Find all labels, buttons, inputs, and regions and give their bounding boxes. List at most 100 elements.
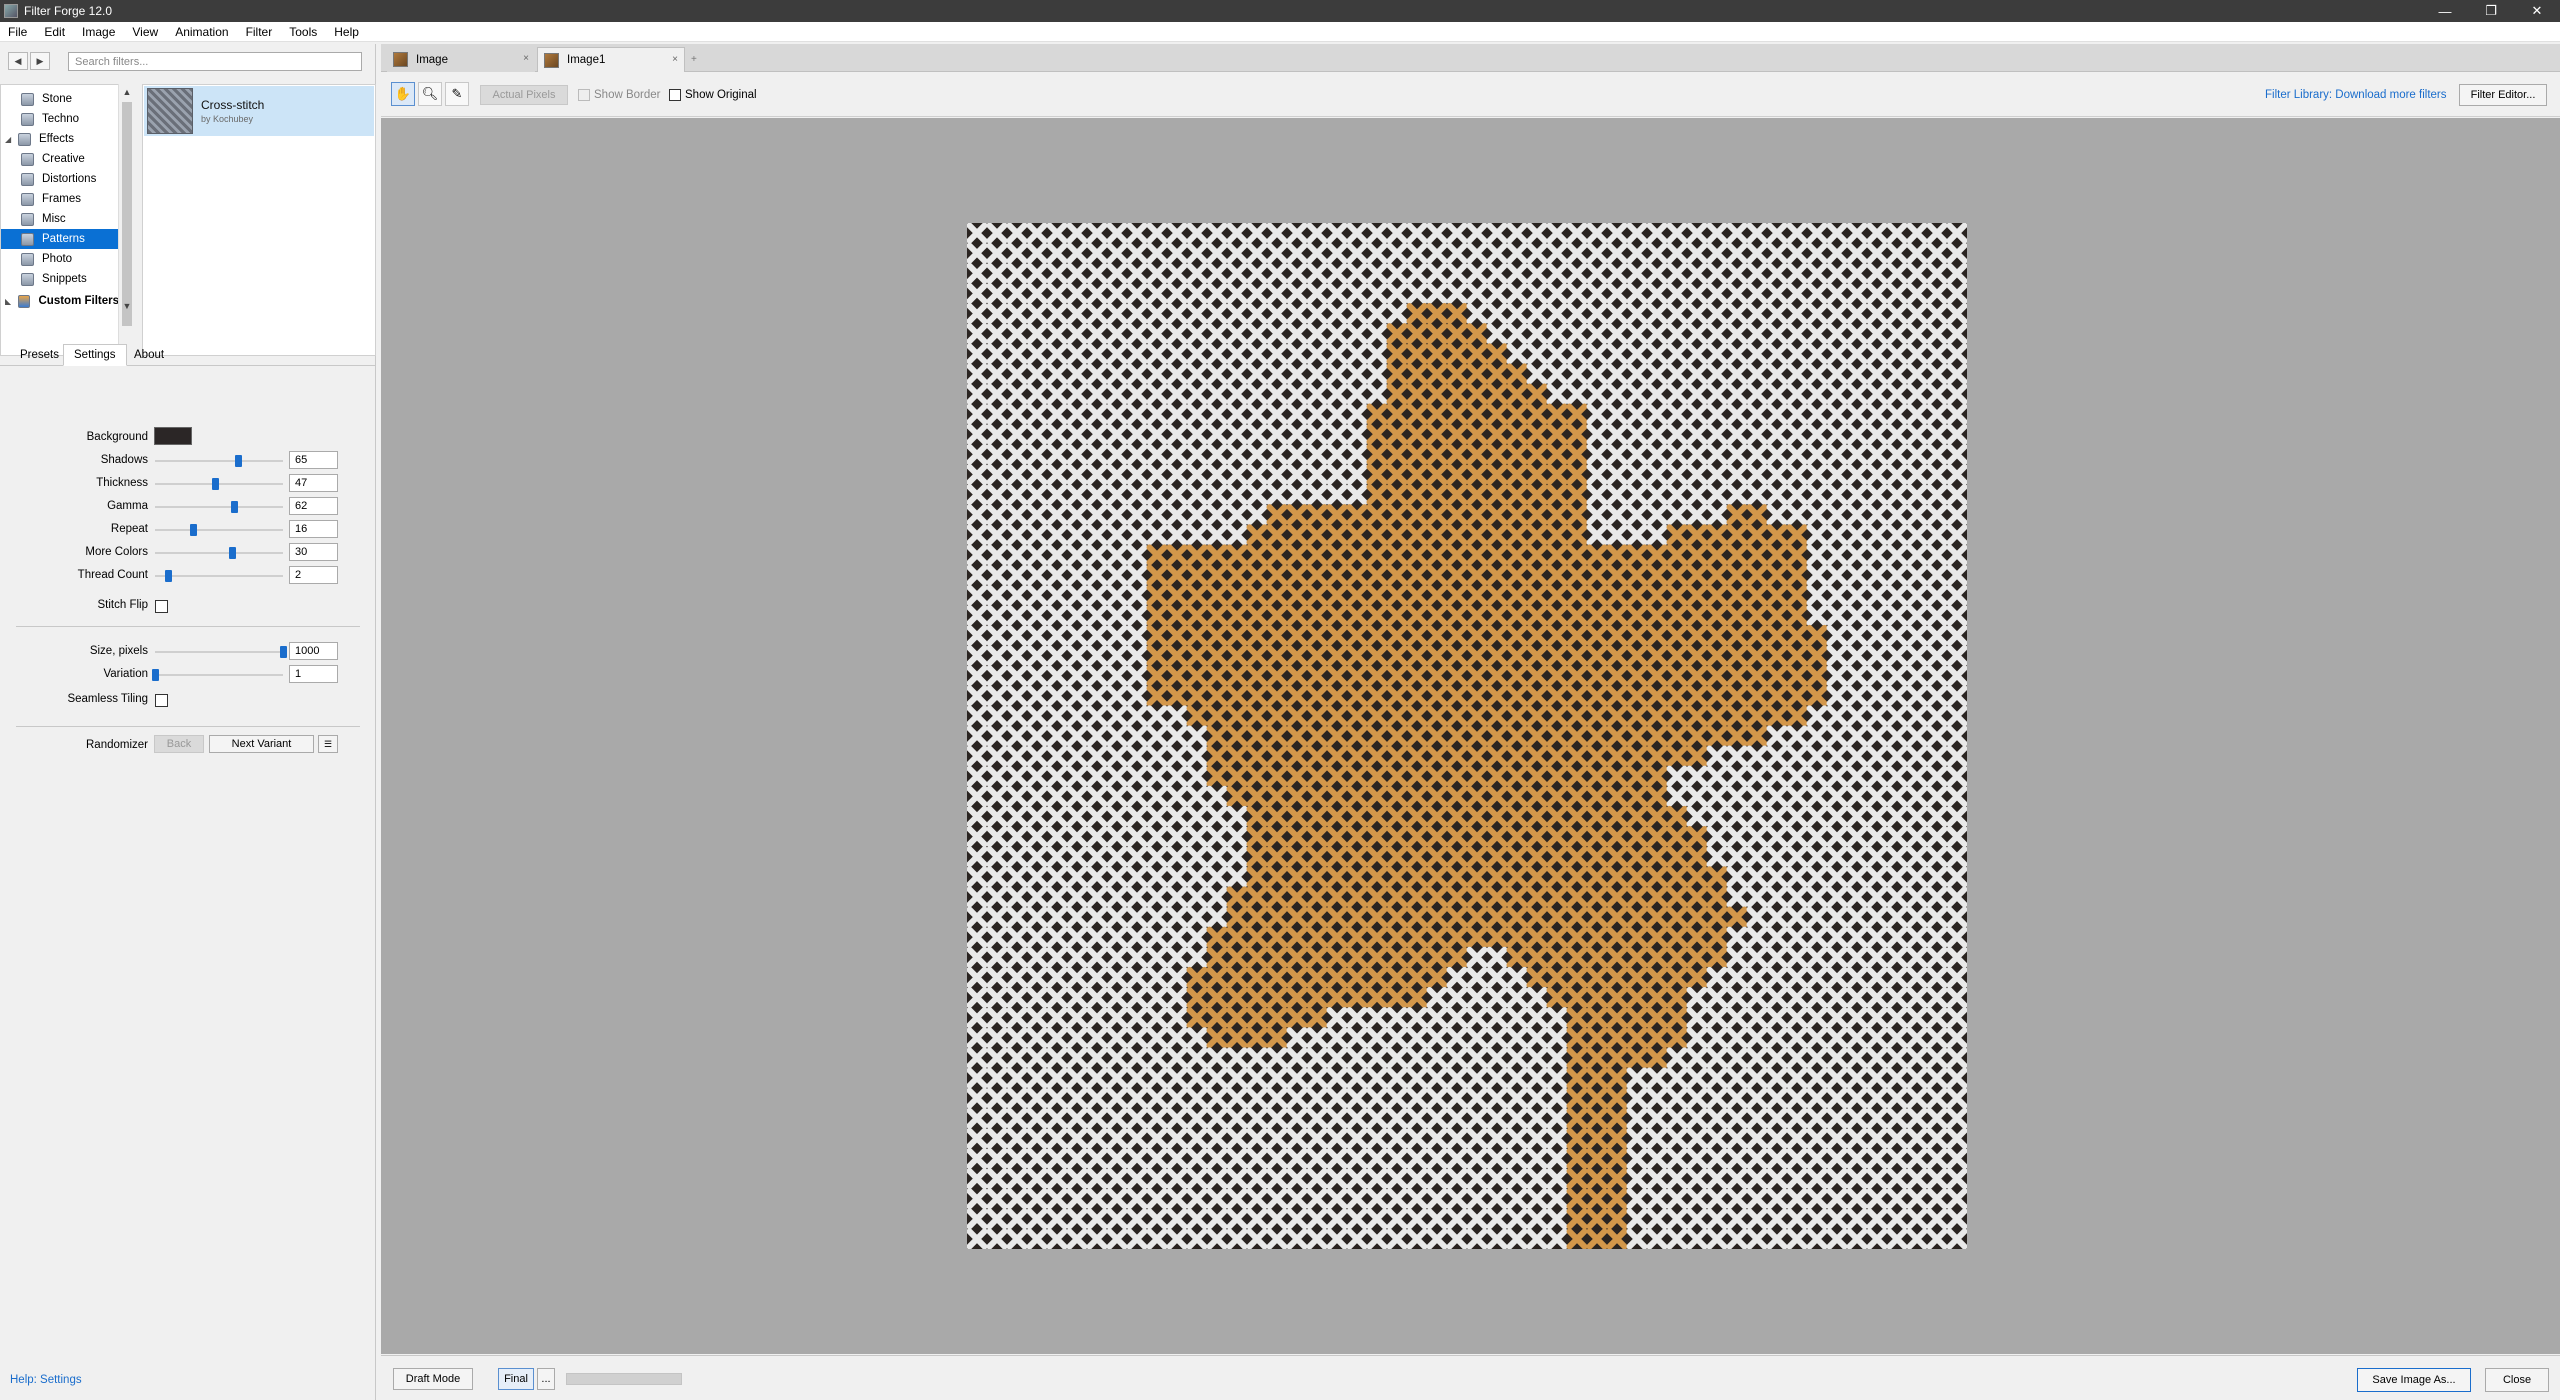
search-filters-input[interactable] (68, 52, 362, 71)
tree-scrollbar[interactable]: ▲ ▼ (118, 84, 134, 356)
param-value-input[interactable] (289, 474, 338, 492)
actual-pixels-button[interactable]: Actual Pixels (480, 85, 568, 105)
param-value-input[interactable] (289, 543, 338, 561)
variation-input[interactable] (289, 665, 338, 683)
zoom-tool-icon[interactable]: 🔍︎ (418, 82, 442, 106)
background-stitch (1846, 966, 1868, 988)
size-input[interactable] (289, 642, 338, 660)
size-slider-track[interactable] (155, 651, 283, 653)
scrollbar-thumb[interactable] (122, 102, 132, 326)
menu-tools[interactable]: Tools (281, 25, 326, 39)
back-button[interactable]: Back (154, 735, 204, 753)
slider-thumb[interactable] (235, 455, 243, 467)
background-stitch (1646, 363, 1668, 385)
menu-image[interactable]: Image (74, 25, 124, 39)
tree-item-distortions[interactable]: Distortions (21, 169, 119, 189)
next-variant-button[interactable]: Next Variant (209, 735, 314, 753)
tree-item-stone[interactable]: Stone (21, 89, 119, 109)
menu-view[interactable]: View (124, 25, 167, 39)
slider-track[interactable] (155, 529, 283, 531)
background-stitch (1026, 383, 1048, 405)
close-tab-icon[interactable]: × (523, 53, 529, 64)
new-tab-icon[interactable]: + (691, 54, 697, 65)
randomizer-options-icon[interactable]: ☰ (318, 735, 338, 753)
variation-slider-thumb[interactable] (152, 669, 159, 681)
tree-item-snippets[interactable]: Snippets (21, 269, 119, 289)
background-stitch (1846, 725, 1868, 747)
minimize-button[interactable]: — (2422, 0, 2468, 22)
scroll-up-icon[interactable]: ▲ (119, 84, 135, 100)
menu-animation[interactable]: Animation (167, 25, 237, 39)
final-button[interactable]: Final (498, 1368, 534, 1390)
preview-canvas[interactable] (381, 118, 2560, 1354)
filter-library-link[interactable]: Filter Library: Download more filters (2265, 89, 2447, 101)
tree-item-frames[interactable]: Frames (21, 189, 119, 209)
slider-thumb[interactable] (164, 570, 172, 582)
background-stitch (1786, 765, 1808, 787)
background-stitch (986, 524, 1008, 546)
tree-item-techno[interactable]: Techno (21, 109, 119, 129)
menu-filter[interactable]: Filter (238, 25, 282, 39)
leaf-stitch (1406, 423, 1428, 445)
doc-tab-image[interactable]: Image × (387, 47, 535, 72)
expand-arrow-icon[interactable]: ◣ (5, 297, 15, 306)
leaf-stitch (1246, 524, 1268, 546)
filter-card-cross-stitch[interactable]: Cross-stitch by Kochubey (144, 86, 374, 136)
close-tab-icon[interactable]: × (672, 54, 678, 65)
slider-thumb[interactable] (190, 524, 198, 536)
size-slider-thumb[interactable] (280, 646, 287, 658)
background-color-swatch[interactable] (154, 427, 192, 445)
final-options-button[interactable]: ... (537, 1368, 555, 1390)
tree-item-misc[interactable]: Misc (21, 209, 119, 229)
scroll-down-icon[interactable]: ▼ (119, 298, 135, 314)
param-value-input[interactable] (289, 566, 338, 584)
param-value-input[interactable] (289, 520, 338, 538)
param-value-input[interactable] (289, 497, 338, 515)
slider-thumb[interactable] (228, 547, 236, 559)
tree-item-creative[interactable]: Creative (21, 149, 119, 169)
tree-item-effects[interactable]: ◢ Effects (5, 129, 119, 149)
slider-thumb[interactable] (212, 478, 220, 490)
close-button[interactable]: Close (2485, 1368, 2549, 1392)
restore-button[interactable]: ❐ (2468, 0, 2514, 22)
param-value-input[interactable] (289, 451, 338, 469)
background-stitch (1886, 383, 1908, 405)
background-stitch (1466, 1168, 1488, 1190)
doc-tab-image1[interactable]: Image1 × (537, 47, 685, 72)
seamless-tiling-checkbox[interactable] (155, 694, 168, 707)
help-link[interactable]: Help: Settings (10, 1374, 82, 1386)
background-stitch (1886, 1228, 1908, 1249)
tab-about[interactable]: About (124, 344, 174, 366)
eyedropper-tool-icon[interactable]: ✎ (445, 82, 469, 106)
tab-settings[interactable]: Settings (63, 344, 127, 366)
variation-slider-track[interactable] (155, 674, 283, 676)
tree-item-photo[interactable]: Photo (21, 249, 119, 269)
menu-file[interactable]: File (0, 25, 36, 39)
slider-track[interactable] (155, 552, 283, 554)
menu-edit[interactable]: Edit (36, 25, 74, 39)
background-stitch (1806, 745, 1828, 767)
draft-mode-button[interactable]: Draft Mode (393, 1368, 473, 1390)
background-stitch (1606, 463, 1628, 486)
filter-editor-button[interactable]: Filter Editor... (2459, 84, 2547, 106)
tab-presets[interactable]: Presets (10, 344, 69, 366)
collapse-arrow-icon[interactable]: ◢ (5, 135, 15, 144)
tree-item-custom-filters[interactable]: ◣ Custom Filters (5, 291, 119, 311)
param-thickness: Thickness (0, 473, 376, 493)
back-arrow-icon[interactable]: ◀ (8, 52, 28, 70)
forward-arrow-icon[interactable]: ▶ (30, 52, 50, 70)
menu-help[interactable]: Help (326, 25, 368, 39)
stitch-flip-checkbox[interactable] (155, 600, 168, 613)
show-original-checkbox[interactable] (669, 89, 681, 101)
background-stitch (1366, 1208, 1388, 1230)
category-icon (21, 92, 34, 106)
slider-track[interactable] (155, 575, 283, 577)
tree-item-patterns[interactable]: Patterns (1, 229, 119, 249)
close-window-button[interactable]: ✕ (2514, 0, 2560, 22)
slider-track[interactable] (155, 460, 283, 462)
hand-tool-icon[interactable]: ✋ (391, 82, 415, 106)
show-border-checkbox[interactable] (578, 89, 590, 101)
slider-thumb[interactable] (231, 501, 239, 513)
save-image-button[interactable]: Save Image As... (2357, 1368, 2471, 1392)
slider-track[interactable] (155, 506, 283, 508)
